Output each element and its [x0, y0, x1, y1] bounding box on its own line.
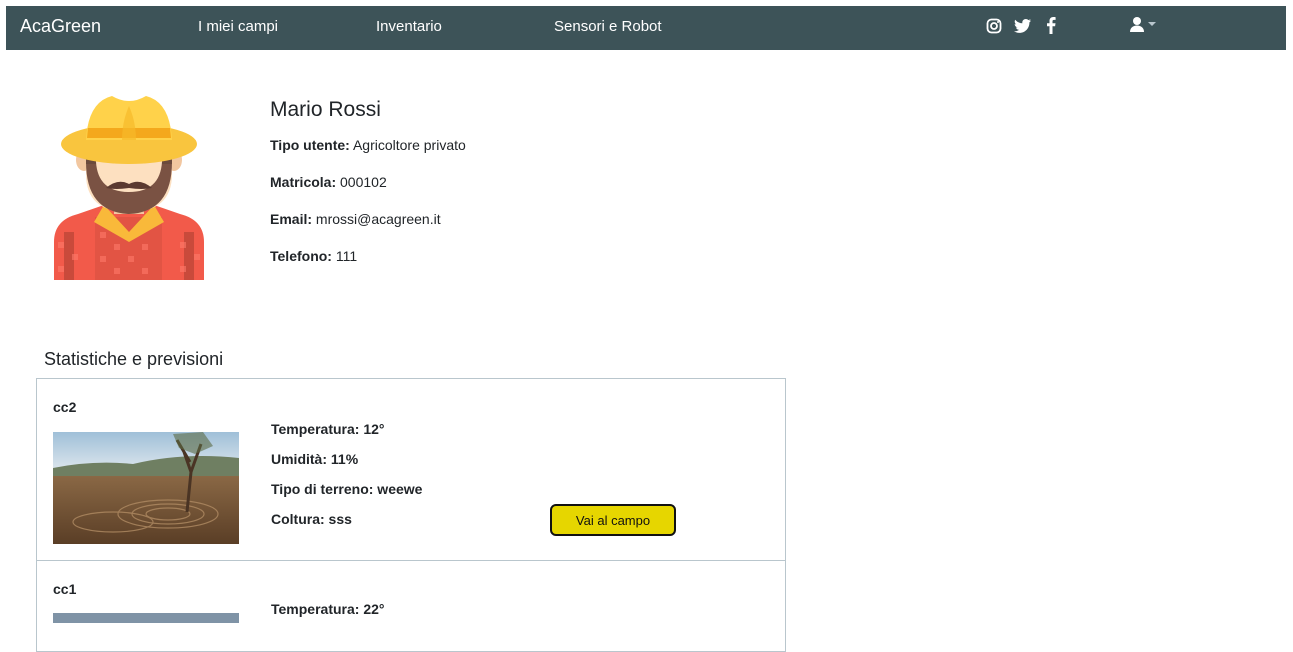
brand-logo[interactable]: AcaGreen — [20, 16, 101, 37]
twitter-icon[interactable] — [1014, 18, 1032, 34]
profile-user-type: Tipo utente: Agricoltore privato — [270, 137, 466, 153]
stat-temperature: Temperatura: 12° — [271, 421, 385, 437]
field-image — [53, 432, 239, 544]
section-title: Statistiche e previsioni — [44, 349, 224, 369]
field-name: cc2 — [53, 399, 77, 415]
field-value: Agricoltore privato — [349, 137, 466, 153]
stat-crop: Coltura: sss — [271, 511, 352, 527]
field-label: Matricola: — [270, 174, 337, 190]
field-image — [53, 613, 239, 623]
field-name: cc1 — [53, 581, 77, 597]
stat-temperature: Temperatura: 22° — [271, 601, 385, 617]
field-label: Email: — [270, 211, 313, 227]
facebook-icon[interactable] — [1046, 17, 1056, 34]
stat-soil-type: Tipo di terreno: weewe — [271, 481, 423, 497]
instagram-icon[interactable] — [986, 18, 1002, 34]
nav-link-my-fields[interactable]: I miei campi — [198, 18, 278, 35]
farmer-avatar — [54, 96, 204, 280]
field-value: 111 — [331, 248, 358, 264]
stat-humidity: Umidità: 11% — [271, 451, 359, 467]
field-label: Telefono: — [270, 248, 332, 264]
chevron-down-icon — [1148, 22, 1156, 26]
nav-link-inventory[interactable]: Inventario — [376, 18, 442, 35]
profile-email: Email: mrossi@acagreen.it — [270, 211, 441, 227]
go-to-field-button[interactable]: Vai al campo — [550, 504, 676, 536]
field-card: cc2 Temperatura: 12° Umidità: 11% Tipo d… — [36, 378, 786, 562]
top-navbar: AcaGreen I miei campi Inventario Sensori… — [6, 6, 1286, 50]
nav-link-sensors-robots[interactable]: Sensori e Robot — [554, 18, 662, 35]
field-card: cc1 Temperatura: 22° — [36, 560, 786, 652]
field-value: 000102 — [336, 174, 387, 190]
user-menu-button[interactable] — [1130, 16, 1160, 38]
profile-name: Mario Rossi — [270, 98, 381, 121]
profile-phone: Telefono: 111 — [270, 248, 357, 264]
profile-matricola: Matricola: 000102 — [270, 174, 387, 190]
field-value: mrossi@acagreen.it — [312, 211, 441, 227]
field-label: Tipo utente: — [270, 137, 350, 153]
